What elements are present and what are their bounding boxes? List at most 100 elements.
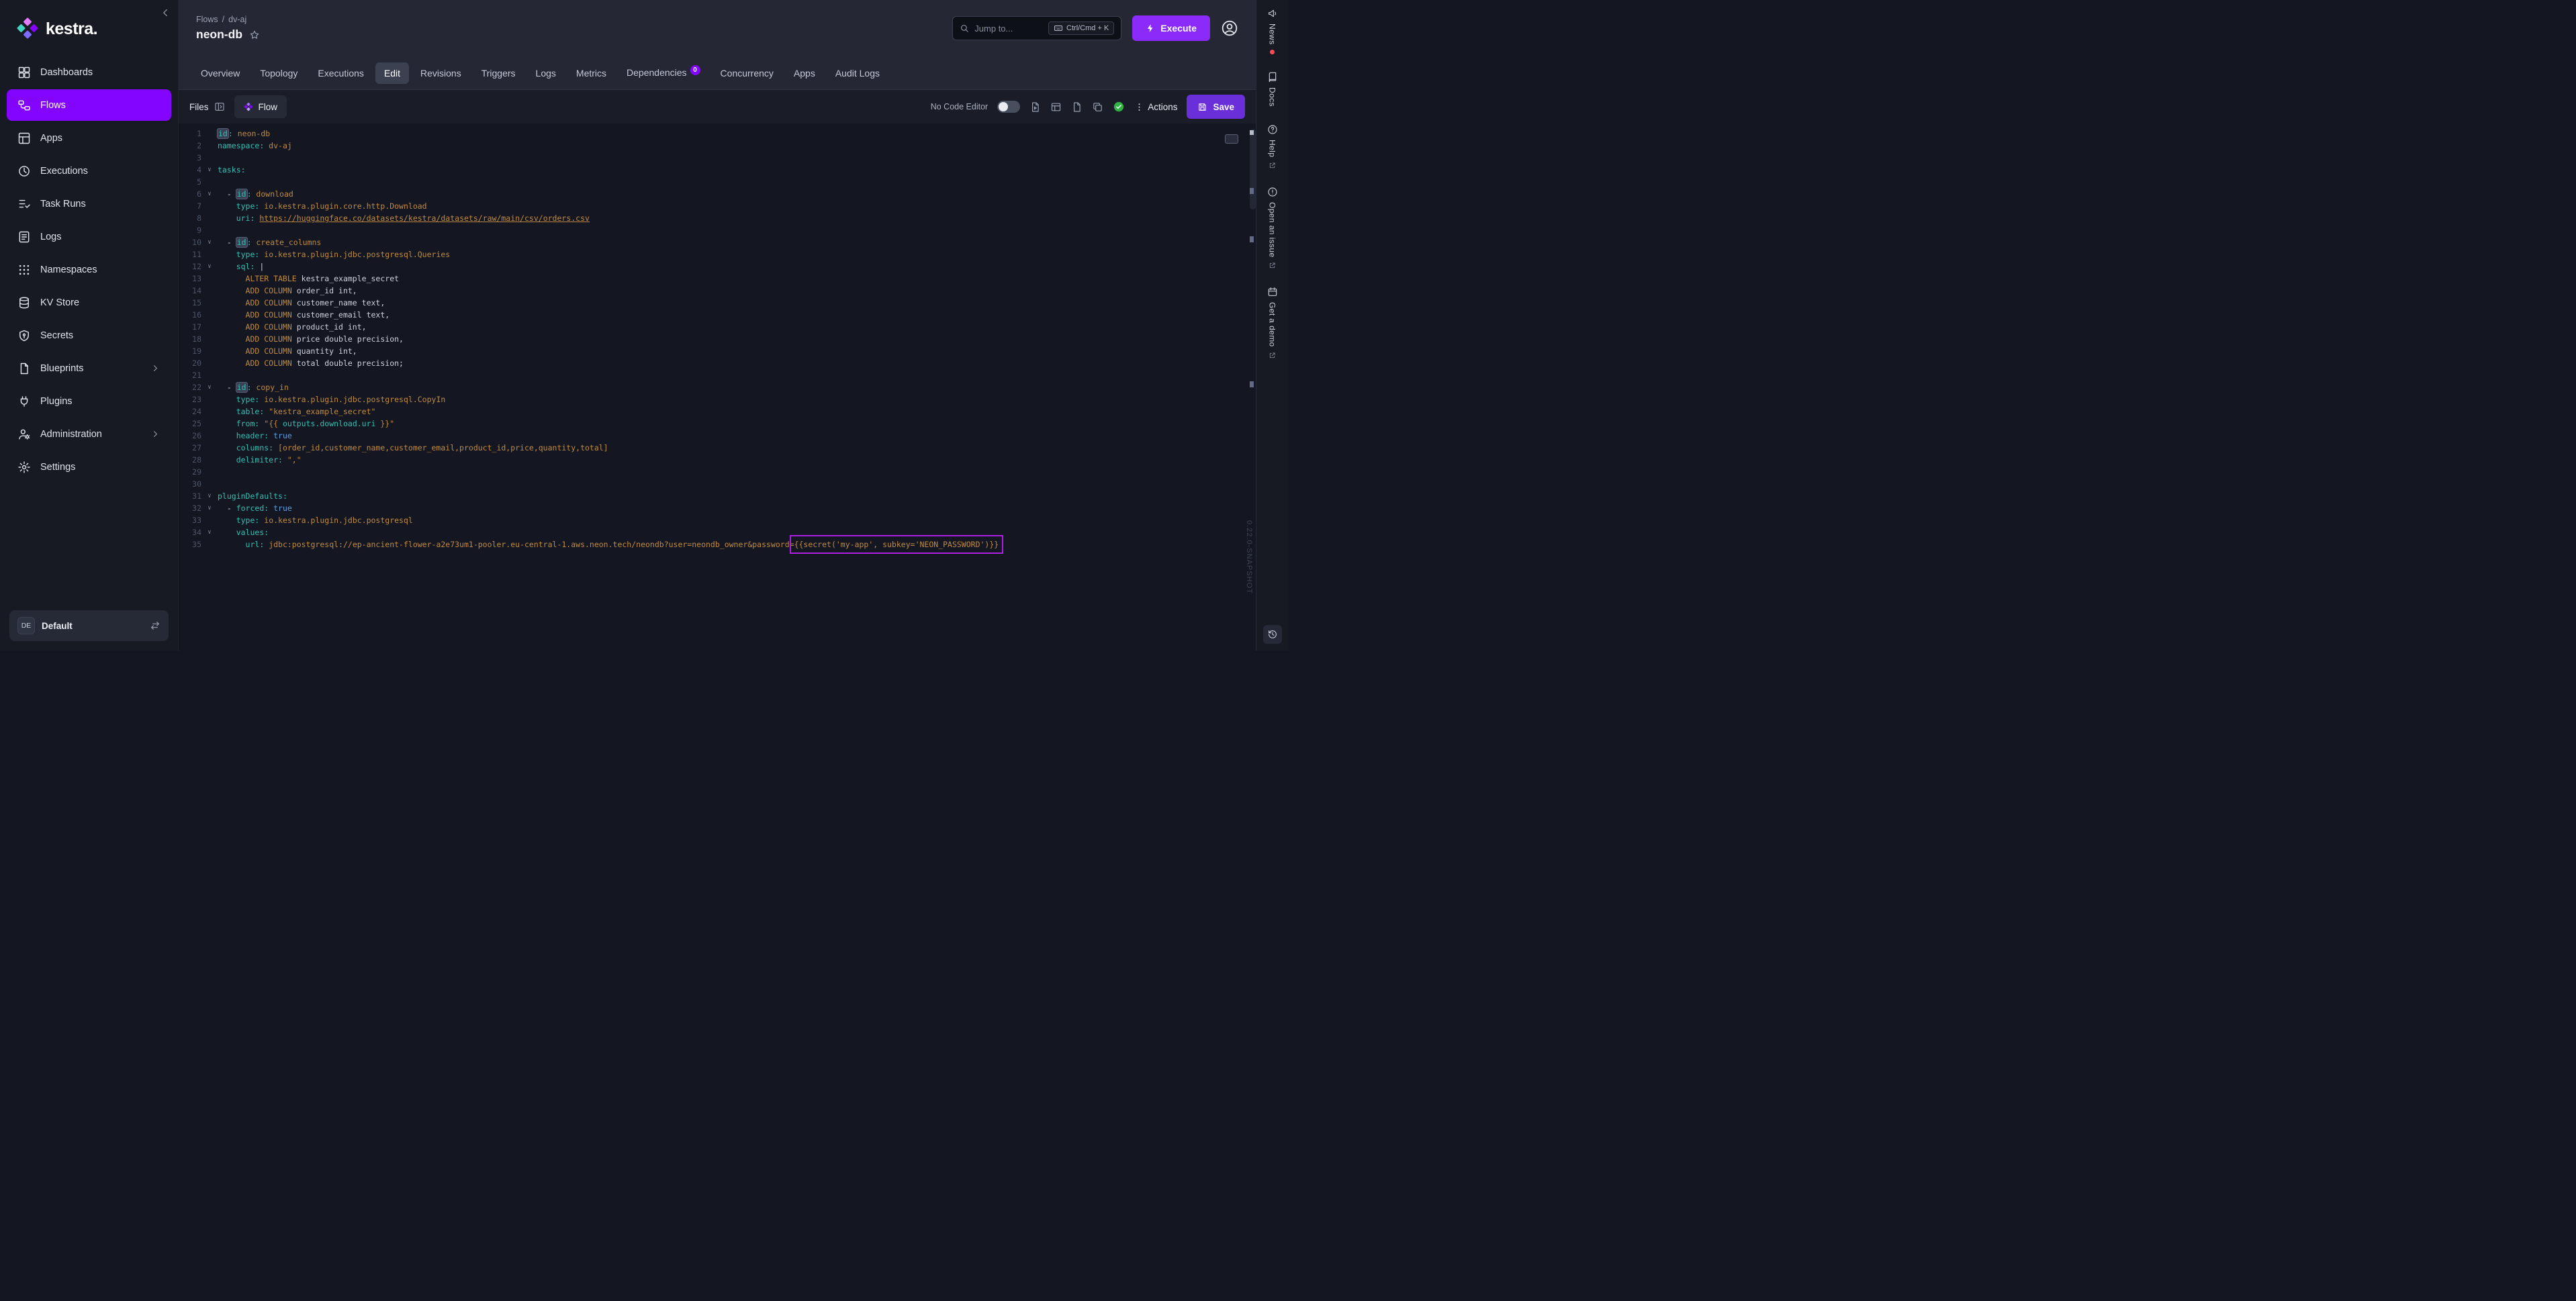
sidebar-item-plugins[interactable]: Plugins <box>7 385 171 417</box>
tab-topology[interactable]: Topology <box>251 62 306 84</box>
fold-chevron-icon[interactable]: ∨ <box>201 381 218 393</box>
code-line-15[interactable]: 15 ADD COLUMN customer_name text, <box>179 297 1256 309</box>
tenant-selector[interactable]: DE Default <box>9 610 169 641</box>
tab-edit[interactable]: Edit <box>375 62 409 84</box>
scrollbar-thumb[interactable] <box>1250 129 1256 209</box>
tab-logs[interactable]: Logs <box>527 62 565 84</box>
table-view-icon[interactable] <box>1050 101 1062 113</box>
code-line-25[interactable]: 25 from: "{{ outputs.download.uri }}" <box>179 418 1256 430</box>
code-editor[interactable]: 1id: neon-db2namespace: dv-aj34∨tasks:56… <box>179 124 1256 650</box>
tab-audit-logs[interactable]: Audit Logs <box>827 62 888 84</box>
code-line-29[interactable]: 29 <box>179 466 1256 478</box>
sidebar-item-administration[interactable]: Administration <box>7 418 171 450</box>
sidebar-item-kv-store[interactable]: KV Store <box>7 287 171 318</box>
history-button[interactable] <box>1263 625 1282 644</box>
code-line-8[interactable]: 8 uri: https://huggingface.co/datasets/k… <box>179 212 1256 224</box>
code-line-21[interactable]: 21 <box>179 369 1256 381</box>
code-line-30[interactable]: 30 <box>179 478 1256 490</box>
code-line-18[interactable]: 18 ADD COLUMN price double precision, <box>179 333 1256 345</box>
code-line-34[interactable]: 34∨ values: <box>179 526 1256 538</box>
code-line-28[interactable]: 28 delimiter: "," <box>179 454 1256 466</box>
sidebar-item-flows[interactable]: Flows <box>7 89 171 121</box>
code-line-11[interactable]: 11 type: io.kestra.plugin.jdbc.postgresq… <box>179 248 1256 260</box>
code-line-24[interactable]: 24 table: "kestra_example_secret" <box>179 405 1256 418</box>
code-line-20[interactable]: 20 ADD COLUMN total double precision; <box>179 357 1256 369</box>
code-line-35[interactable]: 35 url: jdbc:postgresql://ep-ancient-flo… <box>179 538 1256 550</box>
sidebar-item-namespaces[interactable]: Namespaces <box>7 254 171 285</box>
code-line-14[interactable]: 14 ADD COLUMN order_id int, <box>179 285 1256 297</box>
code-area[interactable]: 1id: neon-db2namespace: dv-aj34∨tasks:56… <box>179 128 1256 550</box>
code-line-1[interactable]: 1id: neon-db <box>179 128 1256 140</box>
tab-apps[interactable]: Apps <box>785 62 824 84</box>
flow-file-tab[interactable]: Flow <box>234 95 287 118</box>
code-line-9[interactable]: 9 <box>179 224 1256 236</box>
fold-chevron-icon[interactable]: ∨ <box>201 164 218 176</box>
execute-button[interactable]: Execute <box>1132 15 1210 41</box>
code-line-5[interactable]: 5 <box>179 176 1256 188</box>
code-line-22[interactable]: 22∨ - id: copy_in <box>179 381 1256 393</box>
rail-item-docs[interactable]: Docs <box>1267 72 1278 107</box>
fold-chevron-icon[interactable]: ∨ <box>201 260 218 273</box>
copy-icon[interactable] <box>1092 101 1103 113</box>
rail-item-open-an-issue[interactable]: Open an issue <box>1267 187 1278 270</box>
apps-icon <box>17 132 31 145</box>
sidebar-item-settings[interactable]: Settings <box>7 451 171 483</box>
fold-chevron-icon[interactable]: ∨ <box>201 188 218 200</box>
sidebar-collapse-button[interactable] <box>159 7 171 19</box>
code-line-12[interactable]: 12∨ sql: | <box>179 260 1256 273</box>
tab-overview[interactable]: Overview <box>192 62 248 84</box>
jump-to-input[interactable] <box>974 23 1043 34</box>
tab-metrics[interactable]: Metrics <box>567 62 615 84</box>
no-code-editor-toggle[interactable] <box>997 101 1020 113</box>
code-line-27[interactable]: 27 columns: [order_id,customer_name,cust… <box>179 442 1256 454</box>
sidebar-item-dashboards[interactable]: Dashboards <box>7 56 171 88</box>
save-button[interactable]: Save <box>1187 95 1245 119</box>
blueprints-icon <box>17 362 31 375</box>
code-line-13[interactable]: 13 ALTER TABLE kestra_example_secret <box>179 273 1256 285</box>
sidebar-item-apps[interactable]: Apps <box>7 122 171 154</box>
rail-item-help[interactable]: Help <box>1267 124 1278 169</box>
fold-chevron-icon[interactable]: ∨ <box>201 490 218 502</box>
kestra-logo[interactable]: kestra. <box>0 0 178 54</box>
doc-play-icon[interactable] <box>1029 101 1041 113</box>
code-line-17[interactable]: 17 ADD COLUMN product_id int, <box>179 321 1256 333</box>
tab-triggers[interactable]: Triggers <box>473 62 524 84</box>
file-icon[interactable] <box>1071 101 1083 113</box>
fold-chevron-icon[interactable]: ∨ <box>201 236 218 248</box>
code-line-10[interactable]: 10∨ - id: create_columns <box>179 236 1256 248</box>
code-line-32[interactable]: 32∨ - forced: true <box>179 502 1256 514</box>
sidebar-item-executions[interactable]: Executions <box>7 155 171 187</box>
fold-chevron-icon[interactable]: ∨ <box>201 502 218 514</box>
code-line-4[interactable]: 4∨tasks: <box>179 164 1256 176</box>
code-line-19[interactable]: 19 ADD COLUMN quantity int, <box>179 345 1256 357</box>
tab-revisions[interactable]: Revisions <box>412 62 470 84</box>
rail-item-get-a-demo[interactable]: Get a demo <box>1267 287 1278 359</box>
favorite-star-icon[interactable] <box>249 30 260 40</box>
files-toggle-button[interactable]: Files <box>189 101 225 112</box>
tab-dependencies[interactable]: Dependencies0 <box>618 62 709 85</box>
editor-widget-icon[interactable] <box>1225 134 1238 144</box>
code-line-16[interactable]: 16 ADD COLUMN customer_email text, <box>179 309 1256 321</box>
code-line-33[interactable]: 33 type: io.kestra.plugin.jdbc.postgresq… <box>179 514 1256 526</box>
tab-concurrency[interactable]: Concurrency <box>712 62 782 84</box>
rail-item-news[interactable]: News <box>1267 8 1278 54</box>
fold-chevron-icon[interactable]: ∨ <box>201 526 218 538</box>
jump-to-search[interactable]: Ctrl/Cmd + K <box>952 16 1121 40</box>
code-line-2[interactable]: 2namespace: dv-aj <box>179 140 1256 152</box>
breadcrumb-namespace[interactable]: dv-aj <box>228 15 246 24</box>
tenant-switch-icon[interactable] <box>150 620 160 631</box>
tab-executions[interactable]: Executions <box>309 62 372 84</box>
user-avatar[interactable] <box>1221 19 1238 37</box>
sidebar-item-blueprints[interactable]: Blueprints <box>7 352 171 384</box>
actions-button[interactable]: Actions <box>1134 102 1177 112</box>
code-line-23[interactable]: 23 type: io.kestra.plugin.jdbc.postgresq… <box>179 393 1256 405</box>
breadcrumb-flows[interactable]: Flows <box>196 15 218 24</box>
code-line-31[interactable]: 31∨pluginDefaults: <box>179 490 1256 502</box>
code-line-3[interactable]: 3 <box>179 152 1256 164</box>
sidebar-item-secrets[interactable]: Secrets <box>7 320 171 351</box>
code-line-7[interactable]: 7 type: io.kestra.plugin.core.http.Downl… <box>179 200 1256 212</box>
code-line-6[interactable]: 6∨ - id: download <box>179 188 1256 200</box>
code-line-26[interactable]: 26 header: true <box>179 430 1256 442</box>
sidebar-item-logs[interactable]: Logs <box>7 221 171 252</box>
sidebar-item-task-runs[interactable]: Task Runs <box>7 188 171 220</box>
